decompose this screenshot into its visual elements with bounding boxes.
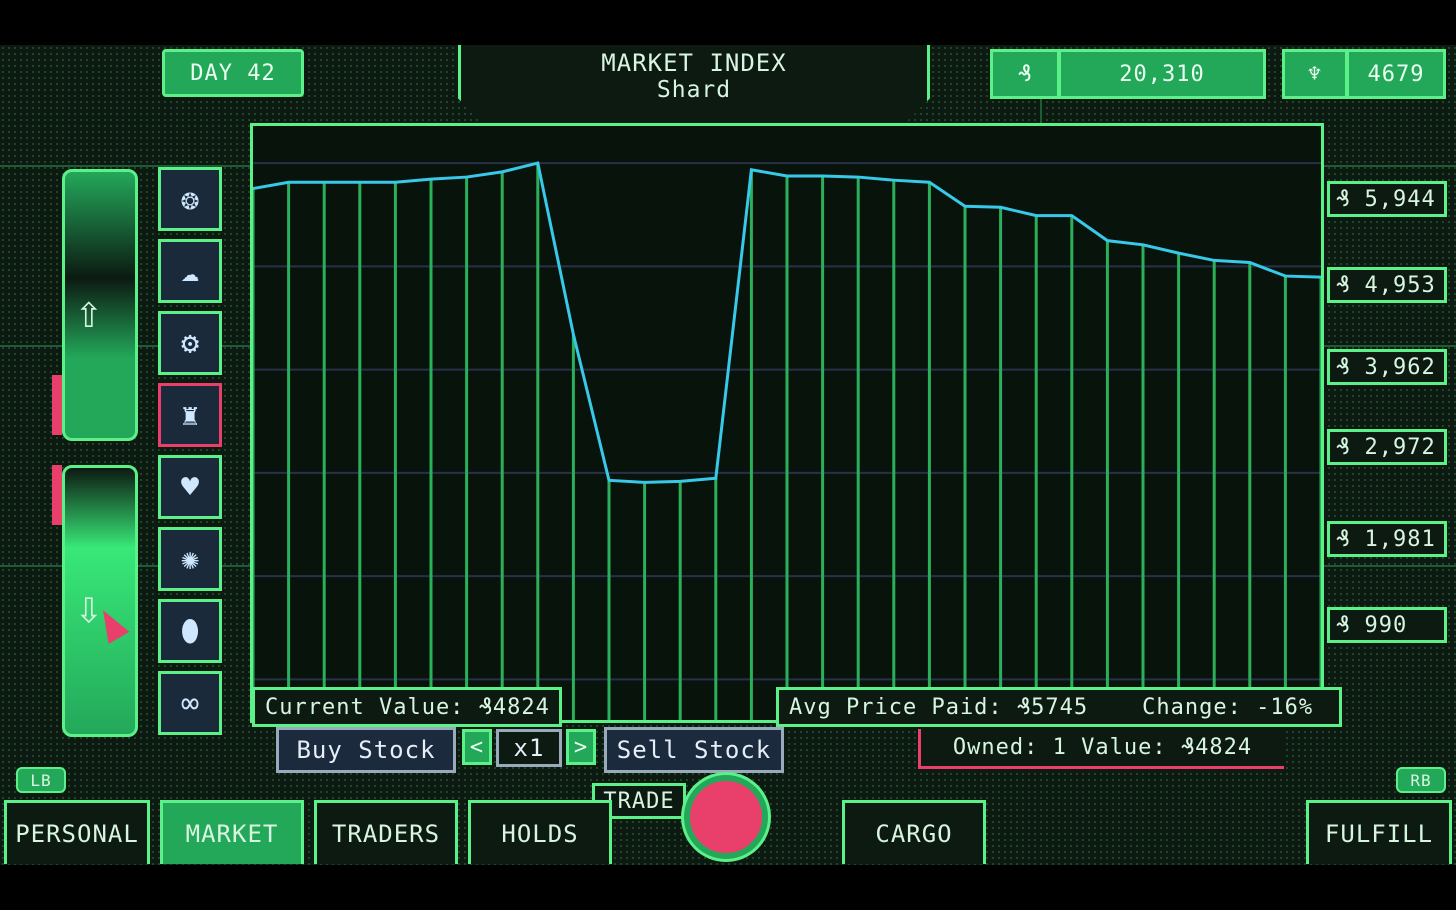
game-screen: DAY 42 MARKET INDEX Shard ₰ 20,310 ♆ 467… (0, 45, 1456, 865)
commodity-name: Shard (656, 77, 732, 103)
rb-badge: RB (1396, 767, 1446, 793)
change-percent: Change: -16% (1142, 694, 1314, 720)
tab-cargo[interactable]: CARGO (842, 800, 986, 864)
quantity-display: x1 (496, 729, 562, 767)
chain-icon[interactable]: ∞ (158, 671, 222, 735)
egg-icon[interactable]: ⬮ (158, 599, 222, 663)
tab-holds[interactable]: HOLDS (468, 800, 612, 864)
quantity-decrease-button[interactable]: < (462, 729, 492, 765)
y-tick-label: ₰ 4,953 (1327, 267, 1447, 303)
balance-display: 20,310 (1058, 49, 1266, 99)
tab-market[interactable]: MARKET (160, 800, 304, 864)
alert-bar (52, 375, 62, 435)
scroll-up-button[interactable]: ⇧ (62, 169, 138, 441)
sell-stock-button[interactable]: Sell Stock (604, 727, 784, 773)
price-chart (250, 123, 1324, 723)
tab-traders[interactable]: TRADERS (314, 800, 458, 864)
y-tick-label: ₰ 2,972 (1327, 429, 1447, 465)
lb-badge: LB (16, 767, 66, 793)
quantity-increase-button[interactable]: > (566, 729, 596, 765)
orb-icon[interactable]: ✺ (158, 527, 222, 591)
y-tick-label: ₰ 5,944 (1327, 181, 1447, 217)
shard-currency-icon: ₰ (990, 49, 1060, 99)
page-title: MARKET INDEX (601, 49, 787, 77)
avg-price-paid: Avg Price Paid: ₰5745 (789, 694, 1089, 720)
market-index-title-box: MARKET INDEX Shard (458, 45, 930, 131)
trophy-icon: ♆ (1282, 49, 1348, 99)
scroll-down-button[interactable]: ⇩ (62, 465, 138, 737)
score-display: 4679 (1346, 49, 1446, 99)
stats-bar: Avg Price Paid: ₰5745 Change: -16% (776, 687, 1342, 727)
current-value: Current Value: ₰4824 (252, 687, 562, 727)
owned-summary: Owned: 1 Value: ₰4824 (918, 729, 1284, 769)
chart-canvas (253, 161, 1321, 720)
tab-fulfill[interactable]: FULFILL (1306, 800, 1452, 864)
tab-personal[interactable]: PERSONAL (4, 800, 150, 864)
trade-button[interactable] (684, 775, 768, 859)
up-arrow-icon: ⇧ (75, 284, 103, 338)
cloud-icon[interactable]: ☁ (158, 239, 222, 303)
buy-stock-button[interactable]: Buy Stock (276, 727, 456, 773)
gear-icon[interactable]: ⚙ (158, 311, 222, 375)
alert-bar (52, 465, 62, 525)
heart-icon[interactable]: ♥ (158, 455, 222, 519)
y-tick-label: ₰ 990 (1327, 607, 1447, 643)
day-counter: DAY 42 (162, 49, 304, 97)
lantern-icon[interactable]: ♜ (158, 383, 222, 447)
y-tick-label: ₰ 3,962 (1327, 349, 1447, 385)
y-tick-label: ₰ 1,981 (1327, 521, 1447, 557)
shell-icon[interactable]: ❂ (158, 167, 222, 231)
